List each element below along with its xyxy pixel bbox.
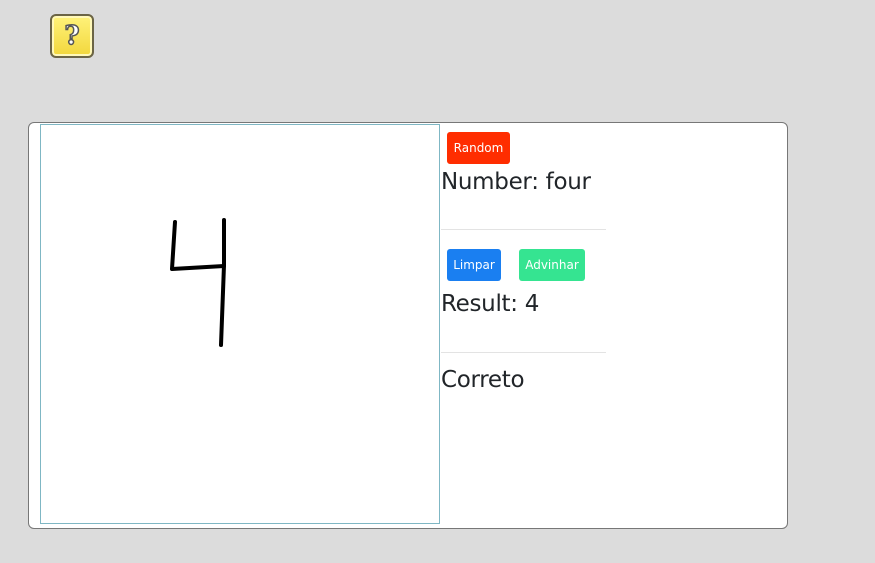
random-button[interactable]: Random bbox=[447, 132, 510, 164]
divider bbox=[441, 229, 606, 230]
question-mark-icon: ? bbox=[64, 21, 81, 51]
drawn-digit bbox=[170, 218, 226, 347]
number-heading: Number: four bbox=[441, 169, 591, 195]
limpar-button[interactable]: Limpar bbox=[447, 249, 501, 281]
help-button[interactable]: ? bbox=[50, 14, 94, 58]
main-card: Random Number: four Limpar Advinhar Resu… bbox=[28, 122, 788, 529]
status-heading: Correto bbox=[441, 367, 525, 393]
divider bbox=[441, 352, 606, 353]
digit-stroke-left bbox=[170, 220, 226, 271]
drawing-canvas[interactable] bbox=[40, 124, 440, 524]
digit-stroke-right bbox=[219, 218, 226, 347]
result-heading: Result: 4 bbox=[441, 291, 540, 317]
advinhar-button[interactable]: Advinhar bbox=[519, 249, 585, 281]
